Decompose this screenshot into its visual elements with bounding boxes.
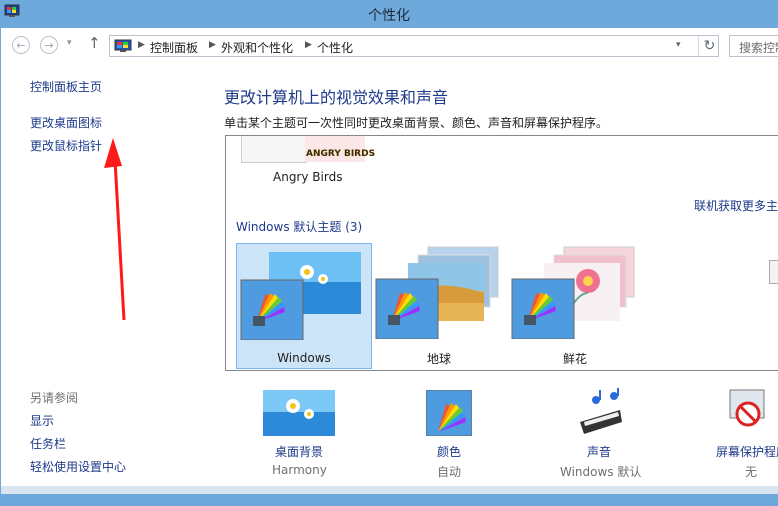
see-also-heading: 另请参阅	[30, 391, 79, 405]
annotation-arrow	[104, 138, 126, 321]
sidebar-change-desktop-icons[interactable]: 更改桌面图标	[30, 114, 102, 131]
theme-flowers[interactable]: 鲜花	[508, 243, 644, 369]
color-icon	[425, 389, 473, 437]
screensaver-button[interactable]	[726, 388, 770, 436]
earth-theme-preview	[375, 246, 499, 339]
bottom-strip	[1, 486, 778, 494]
sidebar-ease-of-access[interactable]: 轻松使用设置中心	[30, 458, 126, 475]
address-dropdown[interactable]: ▾	[676, 40, 681, 50]
personalization-window: ← → ▾ ↑ ▶ 控制面板 ▶ 外观和个性化 ▶ 个性化 ▾ ↻ 搜索控制面 …	[1, 28, 778, 494]
angry-birds-logo: ANGRY BIRDS	[306, 149, 376, 159]
scroll-button[interactable]	[769, 260, 778, 284]
desktop-background-button[interactable]	[263, 390, 335, 436]
address-bar[interactable]: ▶ 控制面板 ▶ 外观和个性化 ▶ 个性化 ▾ ↻	[109, 35, 719, 57]
theme-earth[interactable]: 地球	[372, 243, 508, 369]
breadcrumb-appearance[interactable]: 外观和个性化	[221, 39, 293, 56]
breadcrumb-control-panel[interactable]: 控制面板	[150, 39, 198, 56]
sounds-icon	[580, 388, 622, 434]
window-title: 个性化	[368, 8, 410, 24]
screensaver-label[interactable]: 屏幕保护程序	[716, 443, 778, 460]
sidebar-taskbar[interactable]: 任务栏	[30, 435, 66, 452]
search-input[interactable]: 搜索控制面	[729, 35, 778, 57]
desktop-background-label[interactable]: 桌面背景	[275, 443, 323, 460]
theme-name-flowers[interactable]: 鲜花	[508, 350, 642, 367]
screensaver-value: 无	[745, 465, 758, 479]
theme-name-windows[interactable]: Windows	[237, 351, 371, 365]
desktop-background-value: Harmony	[272, 463, 327, 477]
theme-name-angry-birds[interactable]: Angry Birds	[273, 170, 342, 184]
flowers-theme-preview	[511, 246, 635, 339]
get-more-themes-link[interactable]: 联机获取更多主	[694, 197, 778, 214]
forward-button[interactable]: →	[40, 36, 58, 54]
sounds-label[interactable]: 声音	[587, 443, 611, 460]
color-label[interactable]: 颜色	[437, 443, 461, 460]
back-button[interactable]: ←	[12, 36, 30, 54]
color-button[interactable]	[425, 389, 473, 437]
breadcrumb-separator[interactable]: ▶	[209, 40, 216, 50]
page-description: 单击某个主题可一次性同时更改桌面背景、颜色、声音和屏幕保护程序。	[224, 116, 609, 130]
screensaver-icon	[729, 389, 765, 427]
navigation-bar: ← → ▾ ↑ ▶ 控制面板 ▶ 外观和个性化 ▶ 个性化 ▾ ↻ 搜索控制面	[1, 28, 778, 61]
theme-list[interactable]: ANGRY BIRDS Angry Birds 联机获取更多主 Windows …	[225, 135, 778, 371]
sidebar-display[interactable]: 显示	[30, 412, 54, 429]
title-bar: 个性化	[0, 0, 778, 28]
breadcrumb-personalization[interactable]: 个性化	[317, 39, 353, 56]
sidebar-control-panel-home[interactable]: 控制面板主页	[30, 78, 102, 95]
breadcrumb-separator[interactable]: ▶	[305, 40, 312, 50]
windows-theme-preview	[240, 252, 361, 340]
control-panel-icon	[114, 39, 132, 52]
angry-birds-thumbnail[interactable]	[241, 136, 307, 163]
up-button[interactable]: ↑	[88, 34, 101, 52]
recent-pages-dropdown[interactable]: ▾	[67, 38, 72, 48]
theme-windows[interactable]: Windows	[236, 243, 372, 369]
page-title: 更改计算机上的视觉效果和声音	[224, 88, 449, 107]
desktop-background-icon	[263, 390, 335, 436]
breadcrumb-separator[interactable]: ▶	[138, 40, 145, 50]
refresh-button[interactable]: ↻	[698, 36, 720, 56]
color-value: 自动	[437, 465, 462, 479]
default-themes-group: Windows 默认主题 (3)	[236, 220, 363, 234]
theme-name-earth[interactable]: 地球	[372, 350, 506, 367]
sounds-button[interactable]	[576, 388, 626, 438]
sounds-value: Windows 默认	[560, 465, 642, 479]
